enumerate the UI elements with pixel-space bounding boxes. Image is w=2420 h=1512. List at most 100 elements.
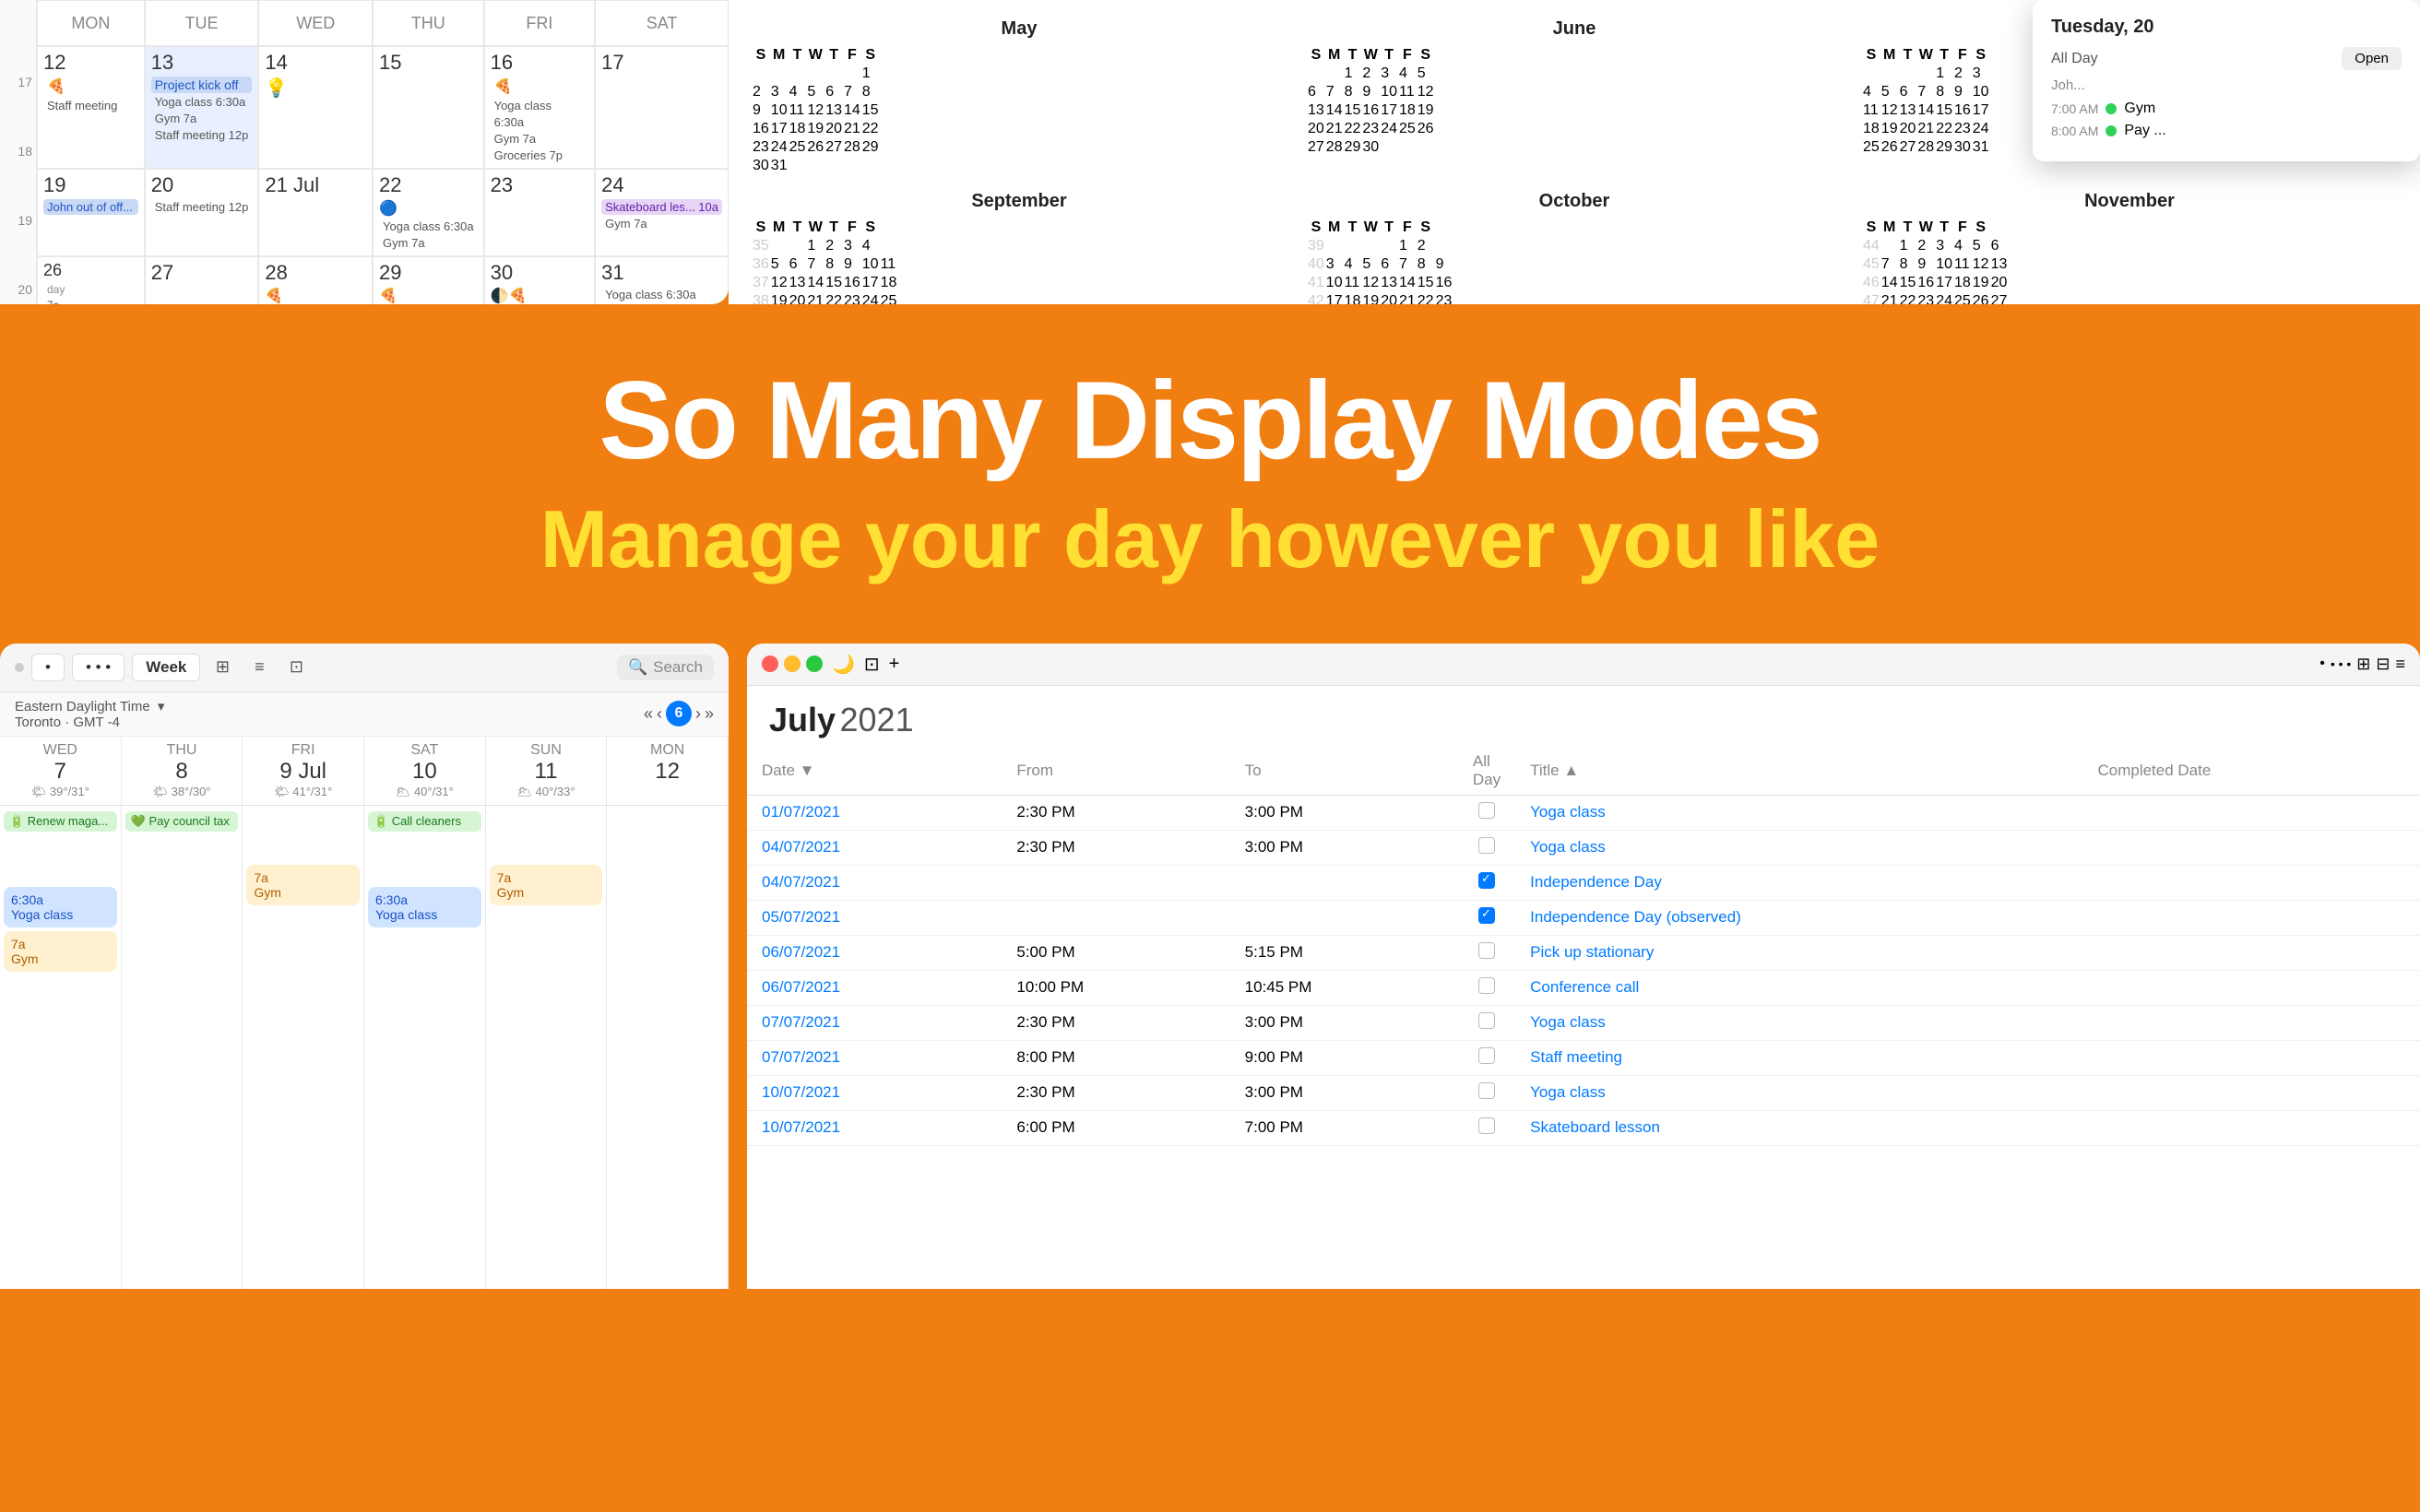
- week-day-sun: SUN 11 🌥 40°/33°: [486, 737, 608, 805]
- table-row[interactable]: 10/07/2021 2:30 PM 3:00 PM Yoga class: [747, 1075, 2420, 1110]
- list-year: 2021: [840, 701, 914, 738]
- cal-day-28[interactable]: 28 🍕 Yoga class 6:30a Gym 7a Staff meeti…: [258, 256, 373, 304]
- cal-day-24[interactable]: 24 Skateboard les... 10a Gym 7a: [595, 169, 729, 256]
- popup-allday-label: All Day: [2051, 51, 2098, 67]
- week-tab-dots[interactable]: • • •: [72, 654, 125, 681]
- event-dot-green-2: [2106, 125, 2117, 136]
- col-completed[interactable]: Completed Date: [2082, 747, 2420, 796]
- week-tab-split[interactable]: ⊡: [281, 653, 311, 682]
- cal-day-21[interactable]: 21 Jul: [258, 169, 373, 256]
- table-row[interactable]: 01/07/2021 2:30 PM 3:00 PM Yoga class: [747, 795, 2420, 830]
- cal-header-wed: WED: [258, 0, 373, 46]
- week-tab-grid[interactable]: ⊞: [208, 653, 237, 682]
- table-row[interactable]: 05/07/2021 Independence Day (observed): [747, 900, 2420, 935]
- cal-day-23[interactable]: 23: [484, 169, 596, 256]
- table-row[interactable]: 10/07/2021 6:00 PM 7:00 PM Skateboard le…: [747, 1110, 2420, 1145]
- list-view-btn[interactable]: ≡: [2395, 655, 2405, 674]
- day-detail-popup: Tuesday, 20 All Day Open Joh... 7:00 AM …: [2033, 0, 2420, 161]
- cal-day-31[interactable]: 31 Yoga class 6:30a: [595, 256, 729, 304]
- mini-cal-sep: September SMTWTFS 351234 36567891011 371…: [751, 191, 1287, 304]
- cal-day-26[interactable]: 26 day 7a: [37, 256, 145, 304]
- cal-day-14[interactable]: 14 💡: [258, 46, 373, 169]
- week-event-cleaners[interactable]: 🔋 Call cleaners: [368, 811, 481, 832]
- col-from[interactable]: From: [1002, 747, 1229, 796]
- layout-button[interactable]: ⊡: [864, 653, 880, 676]
- week-col-thu: 💚 Pay council tax: [122, 806, 243, 1289]
- cal-day-12[interactable]: 12 🍕 Staff meeting: [37, 46, 145, 169]
- prev-week-button[interactable]: ‹: [657, 704, 662, 724]
- table-row[interactable]: 07/07/2021 2:30 PM 3:00 PM Yoga class: [747, 1005, 2420, 1040]
- week-event-yoga-sat[interactable]: 6:30a Yoga class: [368, 887, 481, 927]
- week-event-gym-sun[interactable]: 7a Gym: [490, 865, 603, 905]
- popup-allday-row: All Day Open: [2051, 47, 2402, 70]
- traffic-lights: [762, 656, 823, 672]
- dot-view-btn[interactable]: •: [2319, 655, 2325, 674]
- mini-cal-oct-title: October: [1306, 191, 1843, 212]
- week-tab-dot[interactable]: •: [31, 654, 65, 681]
- cal-grid-btn[interactable]: ⊟: [2376, 655, 2390, 674]
- week-day-fri: FRI 9 Jul 🌤 41°/31°: [243, 737, 364, 805]
- add-button[interactable]: +: [889, 654, 900, 675]
- col-allday[interactable]: All Day: [1458, 747, 1515, 796]
- event-dot-green: [2106, 103, 2117, 114]
- week-nav-timezone: Eastern Daylight Time ▾ Toronto · GMT -4: [15, 698, 164, 730]
- prev-month-button[interactable]: «: [644, 704, 653, 724]
- popup-event-1: 7:00 AM Gym: [2051, 100, 2402, 117]
- next-month-button[interactable]: »: [705, 704, 714, 724]
- subtitle-text: Manage your day however you like: [111, 490, 2309, 588]
- cal-day-20[interactable]: 20 Staff meeting 12p: [145, 169, 259, 256]
- cal-day-29[interactable]: 29 🍕 Family vacation: [373, 256, 484, 304]
- week-nav-row: Eastern Daylight Time ▾ Toronto · GMT -4…: [0, 692, 729, 737]
- next-week-button[interactable]: ›: [695, 704, 701, 724]
- week-col-fri: 7a Gym: [243, 806, 364, 1289]
- week-event-gym-fri[interactable]: 7a Gym: [246, 865, 360, 905]
- mini-cal-june-title: June: [1306, 18, 1843, 40]
- week-event-renew[interactable]: 🔋 Renew maga...: [4, 811, 117, 832]
- today-badge[interactable]: 6: [666, 701, 692, 726]
- table-row[interactable]: 07/07/2021 8:00 PM 9:00 PM Staff meeting: [747, 1040, 2420, 1075]
- col-title[interactable]: Title ▲: [1515, 747, 2082, 796]
- middle-section: So Many Display Modes Manage your day ho…: [0, 304, 2420, 644]
- cal-header-mon: MON: [37, 0, 145, 46]
- col-to[interactable]: To: [1230, 747, 1458, 796]
- moon-button[interactable]: 🌙: [832, 653, 855, 676]
- cal-day-13[interactable]: 13 Project kick off Yoga class 6:30a Gym…: [145, 46, 259, 169]
- cal-day-15[interactable]: 15: [373, 46, 484, 169]
- week-toolbar: • • • • Week ⊞ ≡ ⊡ 🔍 Search: [0, 644, 729, 692]
- week-event-yoga-wed[interactable]: 6:30a Yoga class: [4, 887, 117, 927]
- dots-view-btn[interactable]: • • •: [2331, 655, 2351, 674]
- cal-day-19[interactable]: 19 John out of off...: [37, 169, 145, 256]
- week-tab-week[interactable]: Week: [132, 654, 200, 681]
- cal-day-30[interactable]: 30 🌓🍕 Gym 7a: [484, 256, 596, 304]
- popup-open-button[interactable]: Open: [2342, 47, 2402, 70]
- mini-cal-sep-title: September: [751, 191, 1287, 212]
- mini-calendars-section: May SMTWTFS 1 2345678 9101112131415 1617…: [729, 0, 2420, 304]
- table-row[interactable]: 04/07/2021 2:30 PM 3:00 PM Yoga class: [747, 830, 2420, 865]
- cal-day-16[interactable]: 16 🍕 Yoga class 6:30a Gym 7a Groceries 7…: [484, 46, 596, 169]
- cal-day-17[interactable]: 17: [595, 46, 729, 169]
- grid-view-btn[interactable]: ⊞: [2356, 655, 2370, 674]
- week-col-sat: 🔋 Call cleaners 6:30a Yoga class: [364, 806, 486, 1289]
- minimize-button[interactable]: [784, 656, 801, 672]
- view-mode-buttons: • • • • ⊞ ⊟ ≡: [2319, 655, 2405, 674]
- search-placeholder: Search: [653, 658, 703, 677]
- week-day-mon: MON 12: [607, 737, 729, 805]
- week-event-gym-wed[interactable]: 7a Gym: [4, 931, 117, 972]
- cal-day-27[interactable]: 27: [145, 256, 259, 304]
- cal-day-22[interactable]: 22 🔵 Yoga class 6:30a Gym 7a: [373, 169, 484, 256]
- table-row[interactable]: 06/07/2021 10:00 PM 10:45 PM Conference …: [747, 970, 2420, 1005]
- popup-person: Joh...: [2051, 77, 2402, 93]
- table-row[interactable]: 06/07/2021 5:00 PM 5:15 PM Pick up stati…: [747, 935, 2420, 970]
- week-event-council[interactable]: 💚 Pay council tax: [125, 811, 239, 832]
- table-row[interactable]: 04/07/2021 Independence Day: [747, 865, 2420, 900]
- week-days-header: WED 7 🌤 39°/31° THU 8 🌤 38°/30° FRI 9 Ju…: [0, 737, 729, 806]
- week-search-box[interactable]: 🔍 Search: [617, 655, 714, 680]
- week-nav-controls[interactable]: « ‹ 6 › »: [644, 701, 714, 726]
- list-month: July: [769, 701, 836, 738]
- col-date[interactable]: Date ▼: [747, 747, 1002, 796]
- mini-cal-nov: November SMTWTFS 44123456 4578910111213 …: [1861, 191, 2398, 304]
- maximize-button[interactable]: [806, 656, 823, 672]
- week-view-panel: • • • • Week ⊞ ≡ ⊡ 🔍 Search Eastern Dayl…: [0, 644, 729, 1289]
- close-button[interactable]: [762, 656, 778, 672]
- week-tab-list[interactable]: ≡: [244, 653, 274, 682]
